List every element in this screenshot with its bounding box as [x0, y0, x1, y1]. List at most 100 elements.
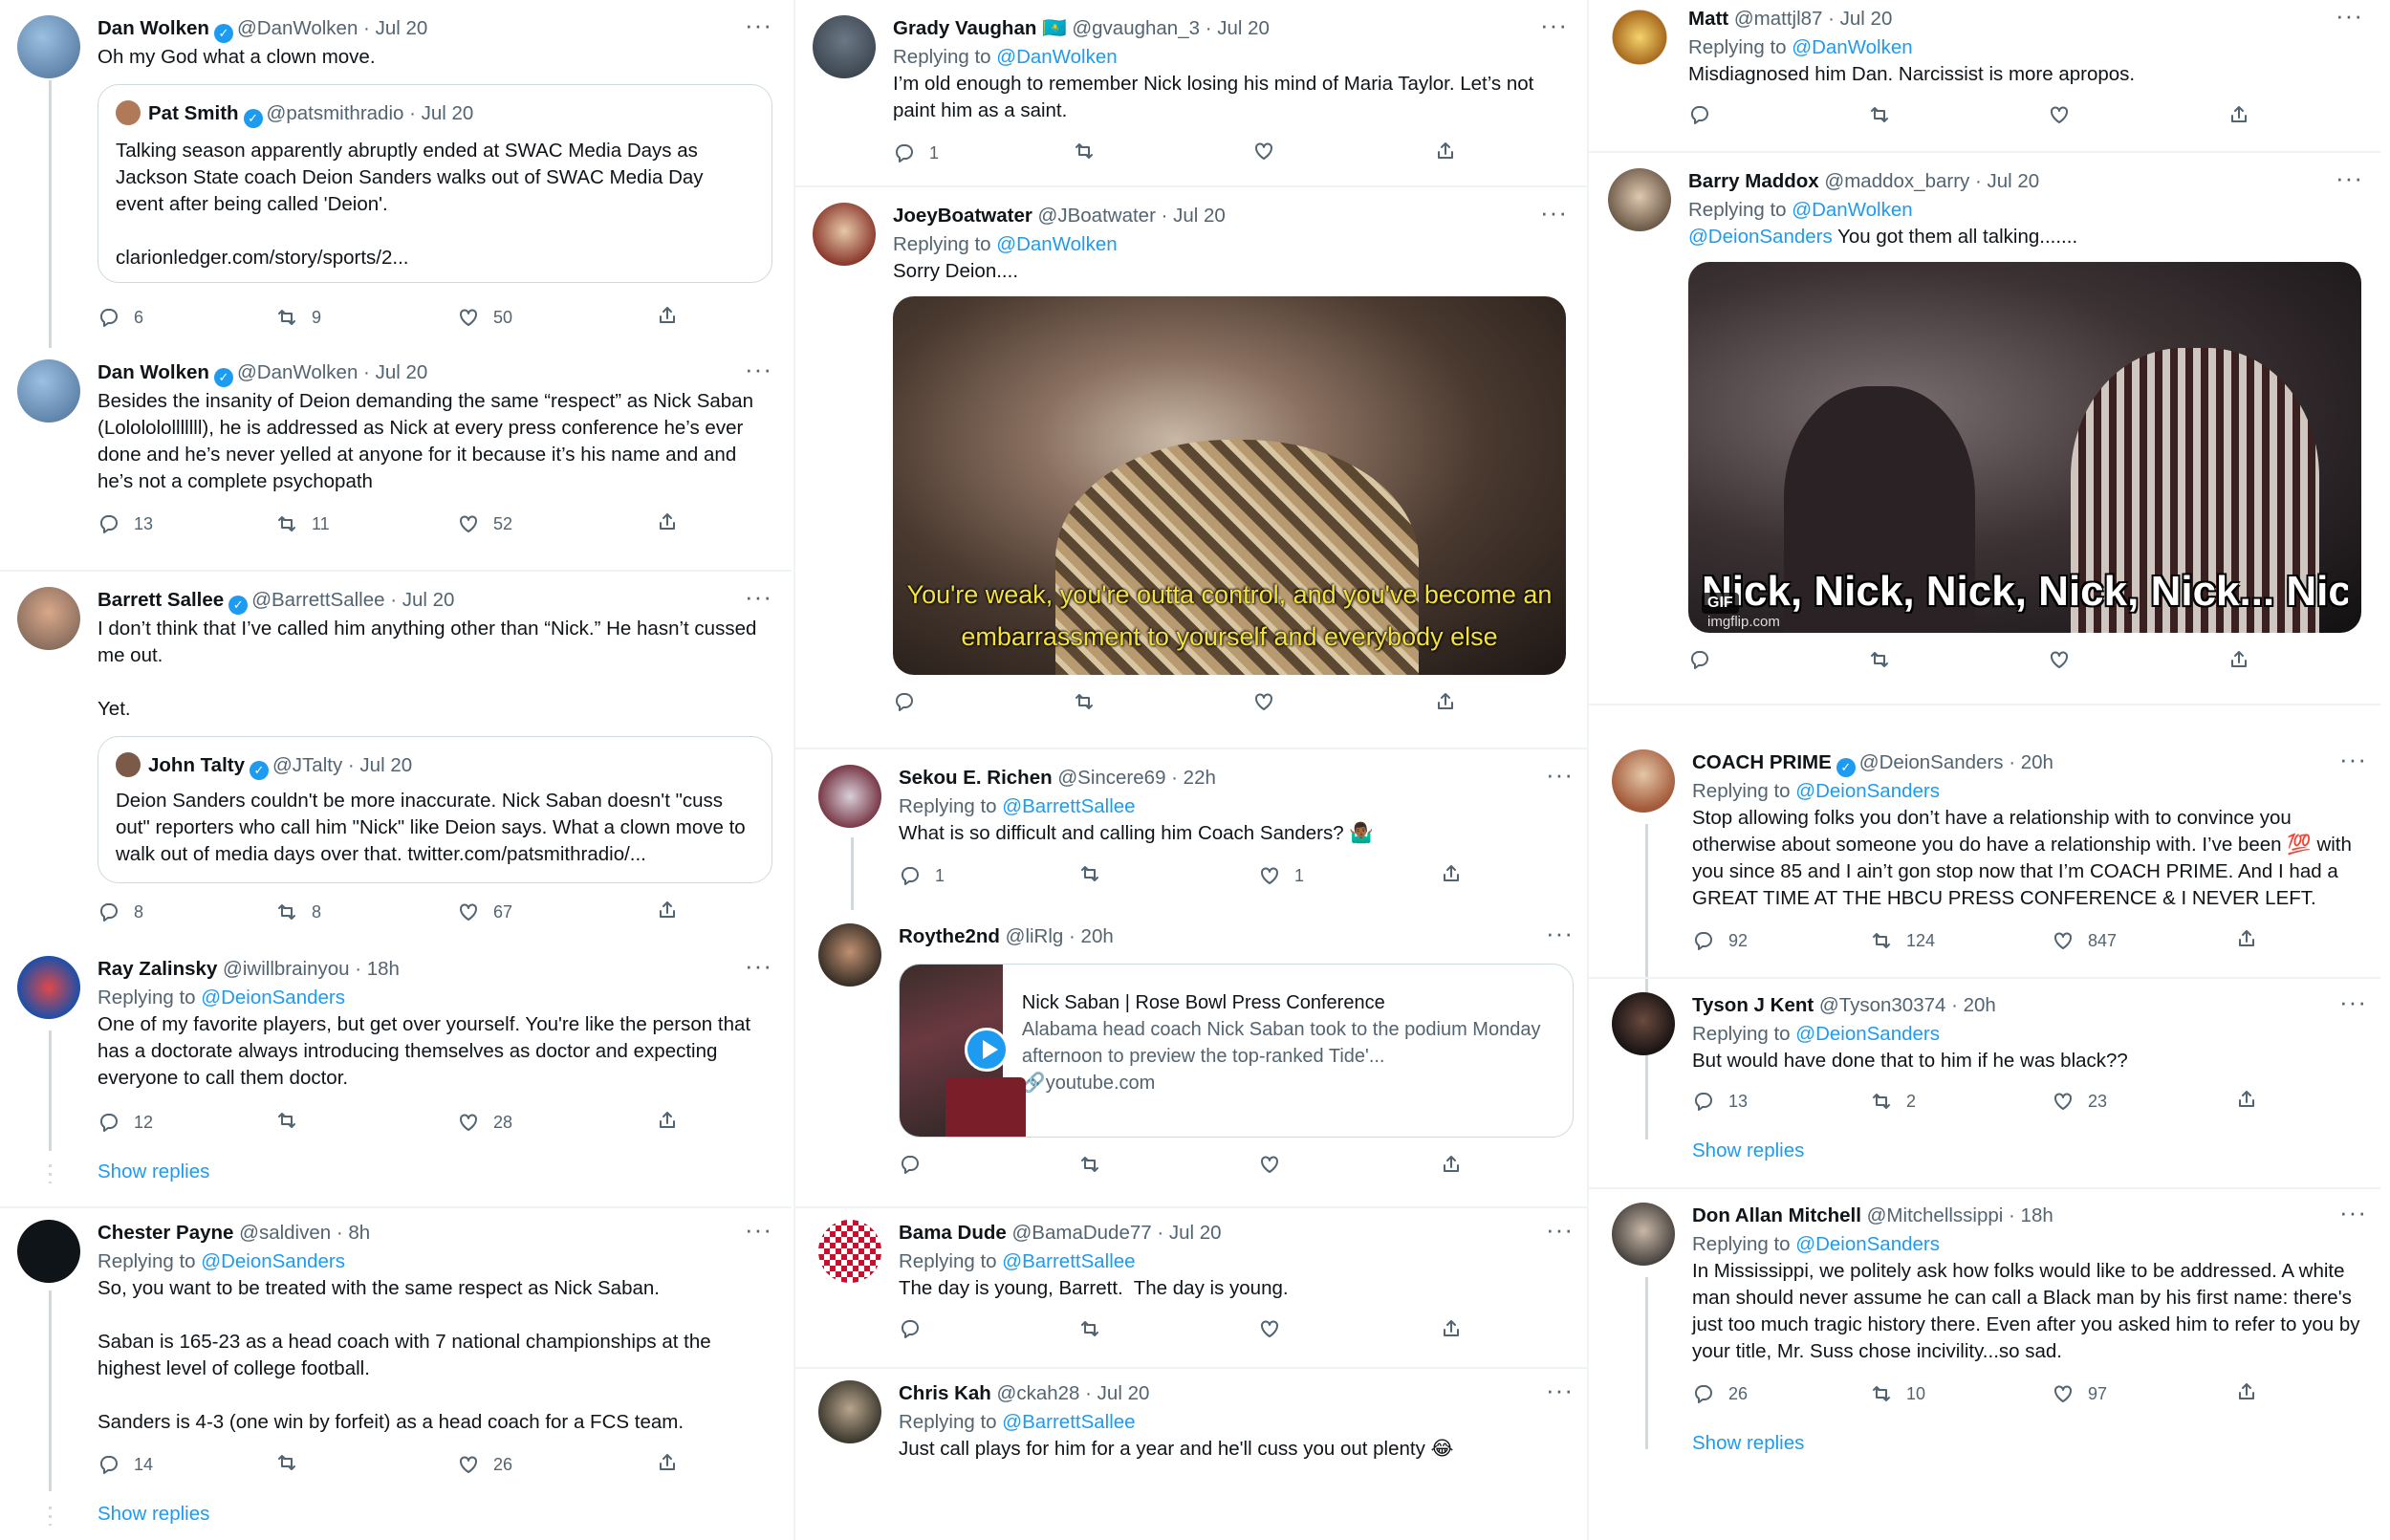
reply-to-mention[interactable]: @DanWolken — [1792, 36, 1912, 58]
avatar[interactable] — [1608, 168, 1671, 231]
retweet-button[interactable]: 10 — [1870, 1380, 1925, 1407]
reply-to-mention[interactable]: @DeionSanders — [1795, 1233, 1940, 1255]
author-name[interactable]: Dan Wolken — [98, 17, 209, 39]
reply-to-mention[interactable]: @DeionSanders — [1795, 1023, 1940, 1045]
share-button[interactable] — [1440, 862, 1463, 885]
avatar[interactable] — [17, 956, 80, 1019]
author-handle[interactable]: @liRlg · 20h — [1006, 925, 1114, 947]
share-button[interactable] — [2227, 648, 2250, 671]
more-options-icon[interactable]: ··· — [1546, 1377, 1574, 1405]
avatar[interactable] — [17, 359, 80, 423]
reply-to-mention[interactable]: @BarrettSallee — [1002, 1250, 1135, 1272]
link-card[interactable]: Nick Saban | Rose Bowl Press Conference … — [899, 964, 1574, 1138]
reply-to-mention[interactable]: @DanWolken — [1792, 199, 1912, 221]
tweet-media-gif[interactable]: Nick, Nick, Nick, Nick, Nick... Nick!! G… — [1688, 262, 2361, 633]
share-button[interactable] — [1440, 1317, 1463, 1340]
author-handle[interactable]: @Sincere69 · 22h — [1057, 767, 1216, 789]
retweet-button[interactable]: 9 — [275, 304, 321, 331]
reply-button[interactable] — [1688, 103, 1711, 126]
share-button[interactable] — [1434, 140, 1457, 163]
reply-button[interactable]: 1 — [893, 140, 939, 166]
author-handle[interactable]: @DanWolken · Jul 20 — [237, 17, 427, 39]
more-options-icon[interactable]: ··· — [1546, 921, 1574, 948]
video-thumbnail[interactable] — [900, 965, 1026, 1137]
reply-to-mention[interactable]: @DeionSanders — [1795, 780, 1940, 802]
avatar[interactable] — [818, 1380, 881, 1443]
reply-button[interactable] — [1688, 648, 1711, 671]
retweet-button[interactable]: 2 — [1870, 1088, 1916, 1115]
like-button[interactable]: 23 — [2052, 1088, 2107, 1115]
tweet[interactable]: Barry Maddox @maddox_barry · Jul 20 ··· … — [1608, 165, 2363, 684]
author-handle[interactable]: @BamaDude77 · Jul 20 — [1011, 1222, 1221, 1244]
more-options-icon[interactable]: ··· — [745, 584, 772, 612]
avatar[interactable] — [17, 1220, 80, 1283]
tweet[interactable]: JoeyBoatwater @JBoatwater · Jul 20 ··· R… — [813, 200, 1568, 738]
author-handle[interactable]: @maddox_barry · Jul 20 — [1824, 170, 2039, 192]
avatar[interactable] — [17, 15, 80, 78]
like-button[interactable]: 97 — [2052, 1380, 2107, 1407]
show-replies-link[interactable]: Show replies — [98, 1159, 772, 1185]
avatar[interactable] — [818, 1220, 881, 1283]
tweet[interactable]: Barrett Sallee ✓ @BarrettSallee · Jul 20 ·… — [17, 584, 772, 927]
reply-to-mention[interactable]: @BarrettSallee — [1002, 1411, 1135, 1433]
tweet[interactable]: Sekou E. Richen @Sincere69 · 22h ··· Rep… — [818, 762, 1574, 908]
avatar[interactable] — [813, 15, 876, 78]
author-handle[interactable]: @Mitchellssippi · 18h — [1867, 1204, 2053, 1226]
author-handle[interactable]: @Tyson30374 · 20h — [1819, 994, 1996, 1016]
author-handle[interactable]: @BarrettSallee · Jul 20 — [251, 589, 454, 611]
reply-button[interactable]: 6 — [98, 304, 143, 331]
show-replies-link[interactable]: Show replies — [1692, 1138, 2367, 1164]
like-button[interactable] — [1252, 690, 1275, 713]
more-options-icon[interactable]: ··· — [2336, 165, 2363, 193]
author-name[interactable]: Ray Zalinsky — [98, 958, 217, 980]
author-name[interactable]: Barrett Sallee — [98, 589, 224, 611]
tweet[interactable]: Chester Payne @saldiven · 8h ··· Replyin… — [17, 1217, 772, 1535]
like-button[interactable] — [1258, 1153, 1281, 1176]
author-name[interactable]: Chris Kah — [899, 1382, 991, 1404]
tweet[interactable]: Bama Dude @BamaDude77 · Jul 20 ··· Reply… — [818, 1217, 1574, 1363]
reply-to-mention[interactable]: @BarrettSallee — [1002, 795, 1135, 817]
author-name[interactable]: Dan Wolken — [98, 361, 209, 383]
share-button[interactable] — [2235, 1088, 2258, 1111]
more-options-icon[interactable]: ··· — [1546, 1217, 1574, 1245]
more-options-icon[interactable]: ··· — [745, 953, 772, 981]
more-options-icon[interactable]: ··· — [2339, 1200, 2367, 1227]
play-icon[interactable] — [965, 1028, 1009, 1072]
like-button[interactable] — [1252, 140, 1289, 163]
quoted-tweet[interactable]: Pat Smith ✓ @patsmithradio · Jul 20 Talkin… — [98, 84, 772, 283]
share-button[interactable] — [2235, 1380, 2258, 1403]
reply-button[interactable]: 13 — [98, 510, 153, 537]
reply-button[interactable]: 13 — [1692, 1088, 1748, 1115]
share-button[interactable] — [656, 304, 679, 327]
tweet[interactable]: Roythe2nd @liRlg · 20h ··· Nick Saban | … — [818, 921, 1574, 1195]
retweet-button[interactable] — [1078, 862, 1115, 885]
retweet-button[interactable] — [1078, 1317, 1101, 1340]
retweet-button[interactable]: 11 — [275, 510, 330, 537]
like-button[interactable]: 50 — [457, 304, 512, 331]
share-button[interactable] — [656, 1109, 679, 1132]
author-name[interactable]: Tyson J Kent — [1692, 994, 1814, 1016]
share-button[interactable] — [656, 1451, 679, 1474]
reply-button[interactable]: 26 — [1692, 1380, 1748, 1407]
reply-button[interactable] — [899, 1317, 922, 1340]
author-handle[interactable]: @JBoatwater · Jul 20 — [1038, 205, 1226, 227]
more-options-icon[interactable]: ··· — [2339, 989, 2367, 1017]
author-name[interactable]: Chester Payne — [98, 1222, 233, 1244]
share-button[interactable] — [656, 510, 679, 533]
tweet[interactable]: Matt @mattjl87 · Jul 20 ··· Replying to … — [1608, 3, 2363, 140]
retweet-button[interactable] — [1868, 103, 1891, 126]
more-options-icon[interactable]: ··· — [745, 12, 772, 40]
tweet[interactable]: Dan Wolken ✓ @DanWolken · Jul 20 ··· Oh my… — [17, 12, 772, 340]
like-button[interactable]: 847 — [2052, 927, 2117, 954]
reply-button[interactable]: 12 — [98, 1109, 153, 1136]
avatar[interactable] — [818, 765, 881, 828]
reply-button[interactable]: 14 — [98, 1451, 153, 1478]
retweet-button[interactable] — [275, 1451, 312, 1474]
avatar[interactable] — [1608, 6, 1671, 69]
share-button[interactable] — [656, 899, 679, 922]
avatar[interactable] — [1612, 992, 1675, 1055]
tweet[interactable]: COACH PRIME ✓ @DeionSanders · 20h ··· Repl… — [1612, 747, 2367, 975]
tweet[interactable]: Don Allan Mitchell @Mitchellssippi · 18h… — [1612, 1200, 2367, 1466]
like-button[interactable]: 26 — [457, 1451, 512, 1478]
tweet-media-gif[interactable]: You're weak, you're outta control, and y… — [893, 296, 1566, 675]
